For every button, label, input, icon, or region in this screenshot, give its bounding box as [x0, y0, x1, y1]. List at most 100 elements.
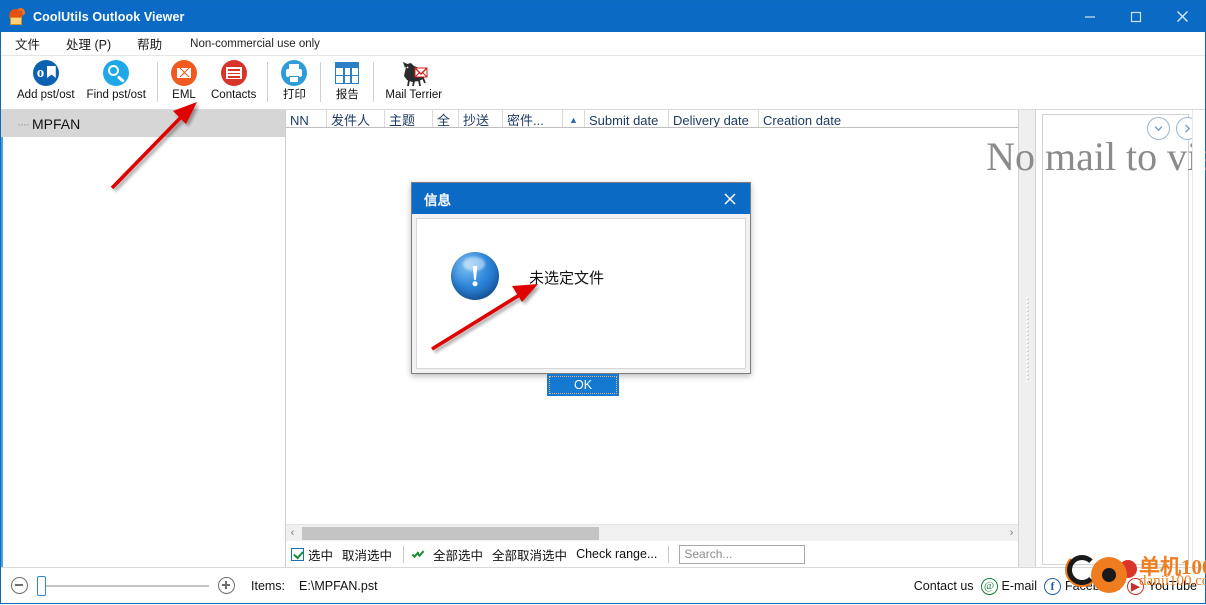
at-sign-icon: @ [980, 577, 998, 595]
dialog-close-icon[interactable] [710, 183, 750, 214]
zoom-in-icon[interactable] [218, 577, 235, 594]
eml-button[interactable]: EML [163, 59, 205, 102]
no-mail-message: No mail to view [986, 134, 1206, 179]
scroll-thumb[interactable] [302, 526, 599, 540]
toolbar-separator [403, 545, 405, 563]
youtube-icon: ▶ [1126, 577, 1144, 595]
dialog-body: ! 未选定文件 OK [416, 218, 746, 396]
youtube-link[interactable]: ▶ YouTube [1126, 577, 1197, 595]
mail-terrier-dog-icon [399, 59, 429, 87]
preview-surface: No mail to view [986, 114, 1206, 565]
column-header-delivery-date[interactable]: Delivery date [668, 110, 758, 127]
window-controls [1067, 1, 1205, 32]
mail-preview-pane: No mail to view [986, 110, 1206, 567]
column-header-sender[interactable]: 发件人 [326, 110, 384, 127]
zoom-out-icon[interactable] [11, 577, 28, 594]
column-header-creation-date[interactable]: Creation date [758, 110, 850, 127]
magnifier-icon [103, 59, 130, 87]
main-toolbar: Add pst/ost Find pst/ost EML Contacts [1, 56, 1205, 110]
window-title: CoolUtils Outlook Viewer [33, 9, 185, 24]
report-label: 报告 [335, 89, 359, 101]
title-bar: CoolUtils Outlook Viewer [1, 1, 1205, 32]
find-pst-ost-button[interactable]: Find pst/ost [81, 59, 152, 102]
dialog-ok-button[interactable]: OK [547, 374, 619, 396]
minimize-icon[interactable] [1067, 1, 1113, 32]
scroll-track[interactable] [299, 525, 1005, 541]
uncheck-label: 取消选中 [342, 548, 393, 563]
scroll-left-icon[interactable]: ‹ [286, 527, 299, 539]
toolbar-separator [267, 62, 269, 102]
mail-terrier-label: Mail Terrier [385, 89, 443, 101]
email-label: E-mail [1001, 579, 1037, 593]
menu-item-file[interactable]: 文件 [15, 34, 40, 53]
uncheck-button[interactable]: 取消选中 [342, 545, 392, 564]
report-grid-icon [335, 59, 360, 87]
double-check-icon [411, 548, 429, 561]
zoom-slider-thumb[interactable] [37, 575, 46, 596]
outlook-icon [32, 59, 59, 87]
column-header-nn[interactable]: NN [286, 110, 326, 127]
message-dialog: 信息 ! 未选定文件 OK [411, 182, 751, 396]
toolbar-separator [157, 62, 158, 102]
dialog-title-bar: 信息 [412, 183, 750, 214]
contacts-icon [220, 59, 247, 87]
column-header-to[interactable]: 全 [432, 110, 458, 127]
menu-item-process[interactable]: 处理 (P) [66, 34, 111, 53]
license-note: Non-commercial use only [190, 37, 320, 50]
check-button[interactable]: 选中 [291, 545, 333, 564]
add-pst-ost-button[interactable]: Add pst/ost [11, 59, 81, 102]
items-value: E:\MPFAN.pst [299, 578, 378, 593]
column-header-sort-indicator[interactable]: ▲ [562, 110, 584, 127]
status-links: Contact us @ E-mail f Facebook ▶ YouTube [914, 568, 1197, 604]
uncheck-all-button[interactable]: 全部取消选中 [492, 545, 567, 564]
contact-us-label: Contact us [913, 579, 974, 593]
checkbox-checked-icon [291, 547, 304, 561]
find-pst-ost-label: Find pst/ost [86, 89, 146, 101]
toolbar-separator [320, 62, 322, 102]
toolbar-separator [373, 62, 375, 102]
squirrel-icon [8, 7, 26, 26]
uncheck-all-label: 全部取消选中 [492, 548, 568, 563]
zoom-slider[interactable] [37, 575, 209, 596]
mail-terrier-button[interactable]: Mail Terrier [379, 59, 448, 102]
print-label: 打印 [282, 89, 306, 101]
items-label: Items: [251, 578, 286, 593]
grid-selection-toolbar: 选中 取消选中 全部选中 全部取消选中 Check range... Searc… [286, 541, 1018, 567]
facebook-link[interactable]: f Facebook [1043, 577, 1120, 595]
envelope-icon [171, 59, 197, 87]
status-bar: Items: E:\MPFAN.pst Contact us @ E-mail … [1, 553, 1206, 604]
check-range-button[interactable]: Check range... [576, 547, 657, 561]
application-window: CoolUtils Outlook Viewer 文件 处理 (P) 帮助 No… [0, 0, 1206, 604]
toolbar-separator [668, 545, 670, 563]
tree-item-mpfan[interactable]: ···· MPFAN [1, 110, 285, 137]
dialog-message: 未选定文件 [529, 270, 605, 287]
report-button[interactable]: 报告 [326, 59, 368, 102]
contacts-button[interactable]: Contacts [205, 59, 262, 102]
maximize-icon[interactable] [1113, 1, 1159, 32]
menu-bar: 文件 处理 (P) 帮助 Non-commercial use only [1, 32, 1205, 56]
chevron-down-circle-icon[interactable] [1147, 117, 1170, 140]
column-header-bcc[interactable]: 密件... [502, 110, 562, 127]
scroll-right-icon[interactable]: › [1005, 527, 1018, 539]
search-input[interactable]: Search... [679, 544, 806, 564]
tree-connector-icon: ···· [17, 116, 30, 131]
contacts-label: Contacts [211, 89, 257, 101]
folder-tree-pane: ···· MPFAN [1, 110, 286, 567]
column-header-subject[interactable]: 主题 [384, 110, 432, 127]
eml-label: EML [172, 89, 196, 101]
menu-item-help[interactable]: 帮助 [137, 34, 162, 53]
column-header-cc[interactable]: 抄送 [458, 110, 502, 127]
info-exclamation-icon: ! [451, 252, 499, 300]
check-all-button[interactable]: 全部选中 [411, 545, 483, 564]
youtube-label: YouTube [1147, 579, 1197, 593]
add-pst-ost-label: Add pst/ost [17, 89, 75, 101]
sort-ascending-icon: ▲ [569, 115, 578, 125]
facebook-label: Facebook [1064, 579, 1120, 593]
grid-horizontal-scrollbar[interactable]: ‹ › [286, 524, 1018, 541]
print-button[interactable]: 打印 [273, 59, 315, 102]
email-link[interactable]: @ E-mail [980, 577, 1037, 595]
column-header-submit-date[interactable]: Submit date [584, 110, 668, 127]
focus-ring [549, 376, 617, 394]
close-icon[interactable] [1159, 1, 1205, 32]
printer-icon [281, 59, 308, 87]
